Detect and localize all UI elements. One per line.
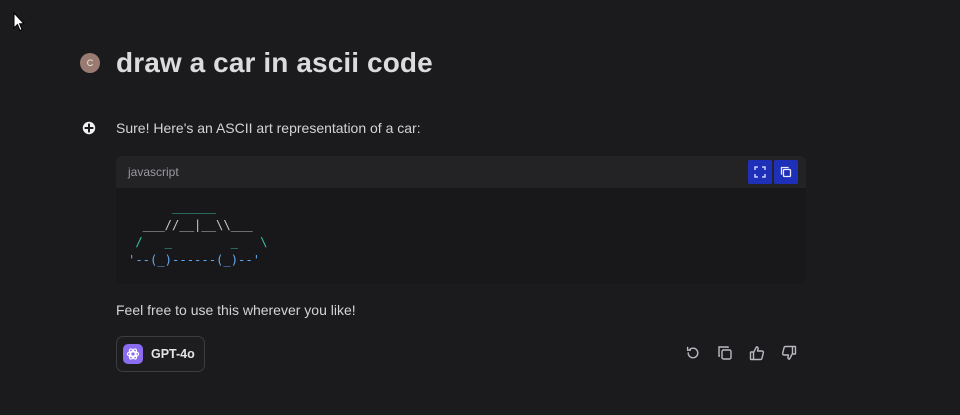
model-badge[interactable]: GPT-4o — [116, 336, 205, 372]
code-block-header: javascript — [116, 156, 806, 188]
model-name: GPT-4o — [151, 347, 195, 361]
refresh-icon — [686, 346, 699, 359]
code-line: ______ — [128, 200, 217, 214]
code-block-actions — [748, 160, 798, 184]
copy-icon — [780, 166, 792, 178]
code-block: javascript ______ ___//__|__\\___ / _ _ … — [116, 156, 806, 284]
code-line: ___//__|__\\___ — [128, 217, 253, 232]
thumbs-down-icon — [781, 345, 797, 360]
thumbs-up-button[interactable] — [748, 344, 766, 362]
copy-code-button[interactable] — [774, 160, 798, 184]
chat-page: C draw a car in ascii code Sure! Here's … — [0, 0, 960, 415]
expand-code-button[interactable] — [748, 160, 772, 184]
code-language-label: javascript — [128, 165, 179, 179]
assistant-logo-icon — [82, 121, 96, 135]
user-avatar[interactable]: C — [80, 53, 100, 73]
code-content: ______ ___//__|__\\___ / _ _ \ '--(_)---… — [116, 188, 806, 269]
expand-icon — [754, 166, 766, 178]
message-actions — [684, 344, 798, 362]
code-line: '--(_)------(_)--' — [128, 252, 261, 267]
openai-logo-icon — [123, 344, 143, 364]
assistant-intro-text: Sure! Here's an ASCII art representation… — [116, 120, 421, 136]
regenerate-button[interactable] — [684, 344, 702, 362]
assistant-outro-text: Feel free to use this wherever you like! — [116, 302, 356, 318]
mouse-cursor-icon — [13, 12, 25, 32]
code-line: / _ _ \ — [128, 235, 268, 249]
user-prompt: draw a car in ascii code — [116, 47, 433, 78]
user-message: C draw a car in ascii code — [80, 46, 433, 80]
copy-message-button[interactable] — [716, 344, 734, 362]
thumbs-down-button[interactable] — [780, 344, 798, 362]
thumbs-up-icon — [749, 346, 765, 361]
copy-icon — [718, 346, 732, 360]
